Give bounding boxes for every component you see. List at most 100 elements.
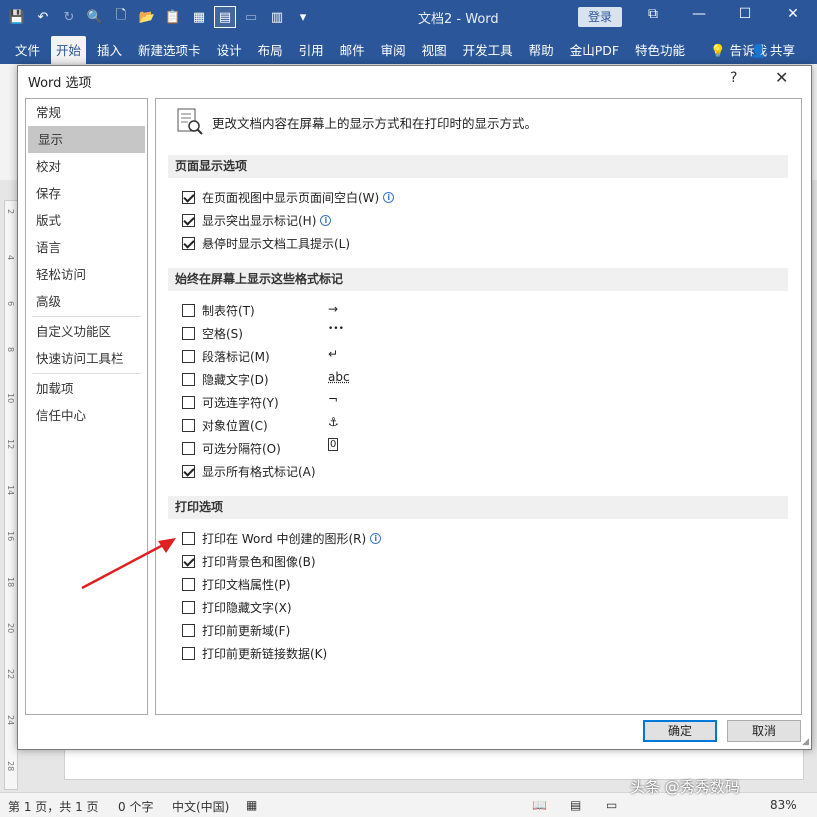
option-print-drawings[interactable]: 打印在 Word 中创建的图形(R) i: [182, 528, 382, 548]
dialog-title: Word 选项: [28, 76, 92, 91]
tab-mailings[interactable]: 邮件: [335, 35, 370, 64]
login-button[interactable]: 登录: [578, 7, 622, 27]
checkbox[interactable]: [182, 600, 195, 614]
option-hidden-text[interactable]: 隐藏文字(D): [182, 369, 269, 389]
close-window-icon[interactable]: ✕: [778, 6, 808, 22]
option-show-tooltips[interactable]: 悬停时显示文档工具提示(L): [182, 233, 350, 253]
checkbox[interactable]: [182, 441, 195, 455]
tab-home[interactable]: 开始: [51, 36, 87, 66]
checkbox[interactable]: [182, 418, 195, 432]
checkbox[interactable]: [182, 349, 195, 363]
read-mode-icon[interactable]: 📖: [532, 798, 547, 812]
open-folder-icon[interactable]: 📂: [136, 6, 158, 28]
checkbox[interactable]: [182, 395, 195, 409]
macro-icon[interactable]: ▦: [246, 798, 257, 812]
option-spaces[interactable]: 空格(S): [182, 323, 243, 343]
option-print-background[interactable]: 打印背景色和图像(B): [182, 551, 316, 571]
option-update-links[interactable]: 打印前更新链接数据(K): [182, 643, 327, 663]
web-layout-icon[interactable]: ▭: [606, 798, 617, 812]
checkbox[interactable]: [182, 554, 195, 568]
zoom-level[interactable]: 83%: [770, 798, 797, 812]
new-document-icon[interactable]: 🗋: [110, 6, 132, 28]
columns-icon[interactable]: ▥: [266, 6, 288, 28]
tab-references[interactable]: 引用: [294, 35, 329, 64]
paste-icon[interactable]: 📋: [162, 6, 184, 28]
option-print-hidden-text[interactable]: 打印隐藏文字(X): [182, 597, 292, 617]
word-count[interactable]: 0 个字: [118, 798, 153, 815]
print-preview-icon[interactable]: 🔍: [84, 6, 106, 28]
nav-item-add-ins[interactable]: 加载项: [26, 375, 147, 402]
option-optional-breaks[interactable]: 可选分隔符(O): [182, 438, 281, 458]
option-show-highlighter[interactable]: 显示突出显示标记(H) i: [182, 210, 332, 230]
tab-layout[interactable]: 布局: [253, 35, 288, 64]
tab-file[interactable]: 文件: [10, 35, 45, 64]
undo-icon[interactable]: ↶: [32, 6, 54, 28]
resize-grip-icon[interactable]: ◢: [802, 737, 809, 747]
tab-review[interactable]: 审阅: [376, 35, 411, 64]
checkbox[interactable]: [182, 372, 195, 386]
tab-design[interactable]: 设计: [212, 35, 247, 64]
tab-jinshan-pdf[interactable]: 金山PDF: [565, 35, 624, 64]
nav-item-accessibility[interactable]: 轻松访问: [26, 261, 147, 288]
dropdown-icon[interactable]: ▾: [292, 6, 314, 28]
redo-icon[interactable]: ↻: [58, 6, 80, 28]
tab-insert[interactable]: 插入: [92, 35, 127, 64]
options-nav: 常规 显示 校对 保存 版式 语言 轻松访问 高级 自定义功能区 快速访问工具栏…: [25, 98, 148, 715]
nav-item-advanced[interactable]: 高级: [26, 288, 147, 315]
ruler-number: 24: [6, 715, 15, 726]
checkbox[interactable]: [182, 531, 195, 545]
option-object-anchors[interactable]: 对象位置(C): [182, 415, 268, 435]
option-show-whitespace[interactable]: 在页面视图中显示页面间空白(W) i: [182, 187, 395, 207]
checkbox[interactable]: [182, 623, 195, 637]
print-layout-icon[interactable]: ▤: [570, 798, 581, 812]
tab-developer[interactable]: 开发工具: [458, 35, 518, 64]
image-icon[interactable]: ▦: [188, 6, 210, 28]
section-format-marks: 始终在屏幕上显示这些格式标记: [168, 268, 788, 291]
tab-new-tab[interactable]: 新建选项卡: [133, 35, 206, 64]
cancel-button[interactable]: 取消: [727, 720, 801, 742]
option-paragraph-marks[interactable]: 段落标记(M): [182, 346, 270, 366]
checkbox[interactable]: [182, 326, 195, 340]
checkbox[interactable]: [182, 464, 195, 478]
checkbox[interactable]: [182, 236, 195, 250]
nav-item-proofing[interactable]: 校对: [26, 153, 147, 180]
minimize-icon[interactable]: —: [684, 6, 714, 22]
nav-item-trust-center[interactable]: 信任中心: [26, 402, 147, 429]
page-count[interactable]: 第 1 页，共 1 页: [8, 798, 99, 815]
tab-help[interactable]: 帮助: [524, 35, 559, 64]
checkbox[interactable]: [182, 190, 195, 204]
nav-item-typography[interactable]: 版式: [26, 207, 147, 234]
checkbox[interactable]: [182, 577, 195, 591]
nav-item-save[interactable]: 保存: [26, 180, 147, 207]
option-print-properties[interactable]: 打印文档属性(P): [182, 574, 291, 594]
nav-item-customize-ribbon[interactable]: 自定义功能区: [26, 318, 147, 345]
option-label: 打印背景色和图像(B): [202, 554, 316, 569]
nav-item-language[interactable]: 语言: [26, 234, 147, 261]
ribbon-display-icon[interactable]: ⧉: [638, 6, 668, 22]
document-view-icon[interactable]: ▤: [214, 6, 236, 28]
language-status[interactable]: 中文(中国): [172, 798, 229, 815]
option-label: 打印前更新链接数据(K): [202, 646, 328, 661]
info-icon: i: [370, 532, 382, 544]
option-update-fields[interactable]: 打印前更新域(F): [182, 620, 290, 640]
option-tab-characters[interactable]: 制表符(T): [182, 300, 255, 320]
tab-view[interactable]: 视图: [417, 35, 452, 64]
save-icon[interactable]: 💾: [6, 6, 28, 28]
help-icon[interactable]: ?: [730, 70, 737, 86]
document-title: 文档2 - Word: [418, 12, 499, 27]
dialog-close-icon[interactable]: ✕: [775, 68, 788, 87]
checkbox[interactable]: [182, 303, 195, 317]
option-show-all-marks[interactable]: 显示所有格式标记(A): [182, 461, 316, 481]
checkbox[interactable]: [182, 646, 195, 660]
tab-special-features[interactable]: 特色功能: [630, 35, 690, 64]
share-button[interactable]: 👤 共享: [750, 40, 795, 59]
nav-item-general[interactable]: 常规: [26, 99, 147, 126]
nav-item-quick-access-toolbar[interactable]: 快速访问工具栏: [26, 345, 147, 372]
ok-button[interactable]: 确定: [643, 720, 717, 742]
option-label: 打印隐藏文字(X): [202, 600, 292, 615]
option-optional-hyphens[interactable]: 可选连字符(Y): [182, 392, 279, 412]
maximize-icon[interactable]: ☐: [730, 6, 760, 22]
checkbox[interactable]: [182, 213, 195, 227]
nav-item-display[interactable]: 显示: [28, 126, 145, 153]
format-icon[interactable]: ▭: [240, 6, 262, 28]
